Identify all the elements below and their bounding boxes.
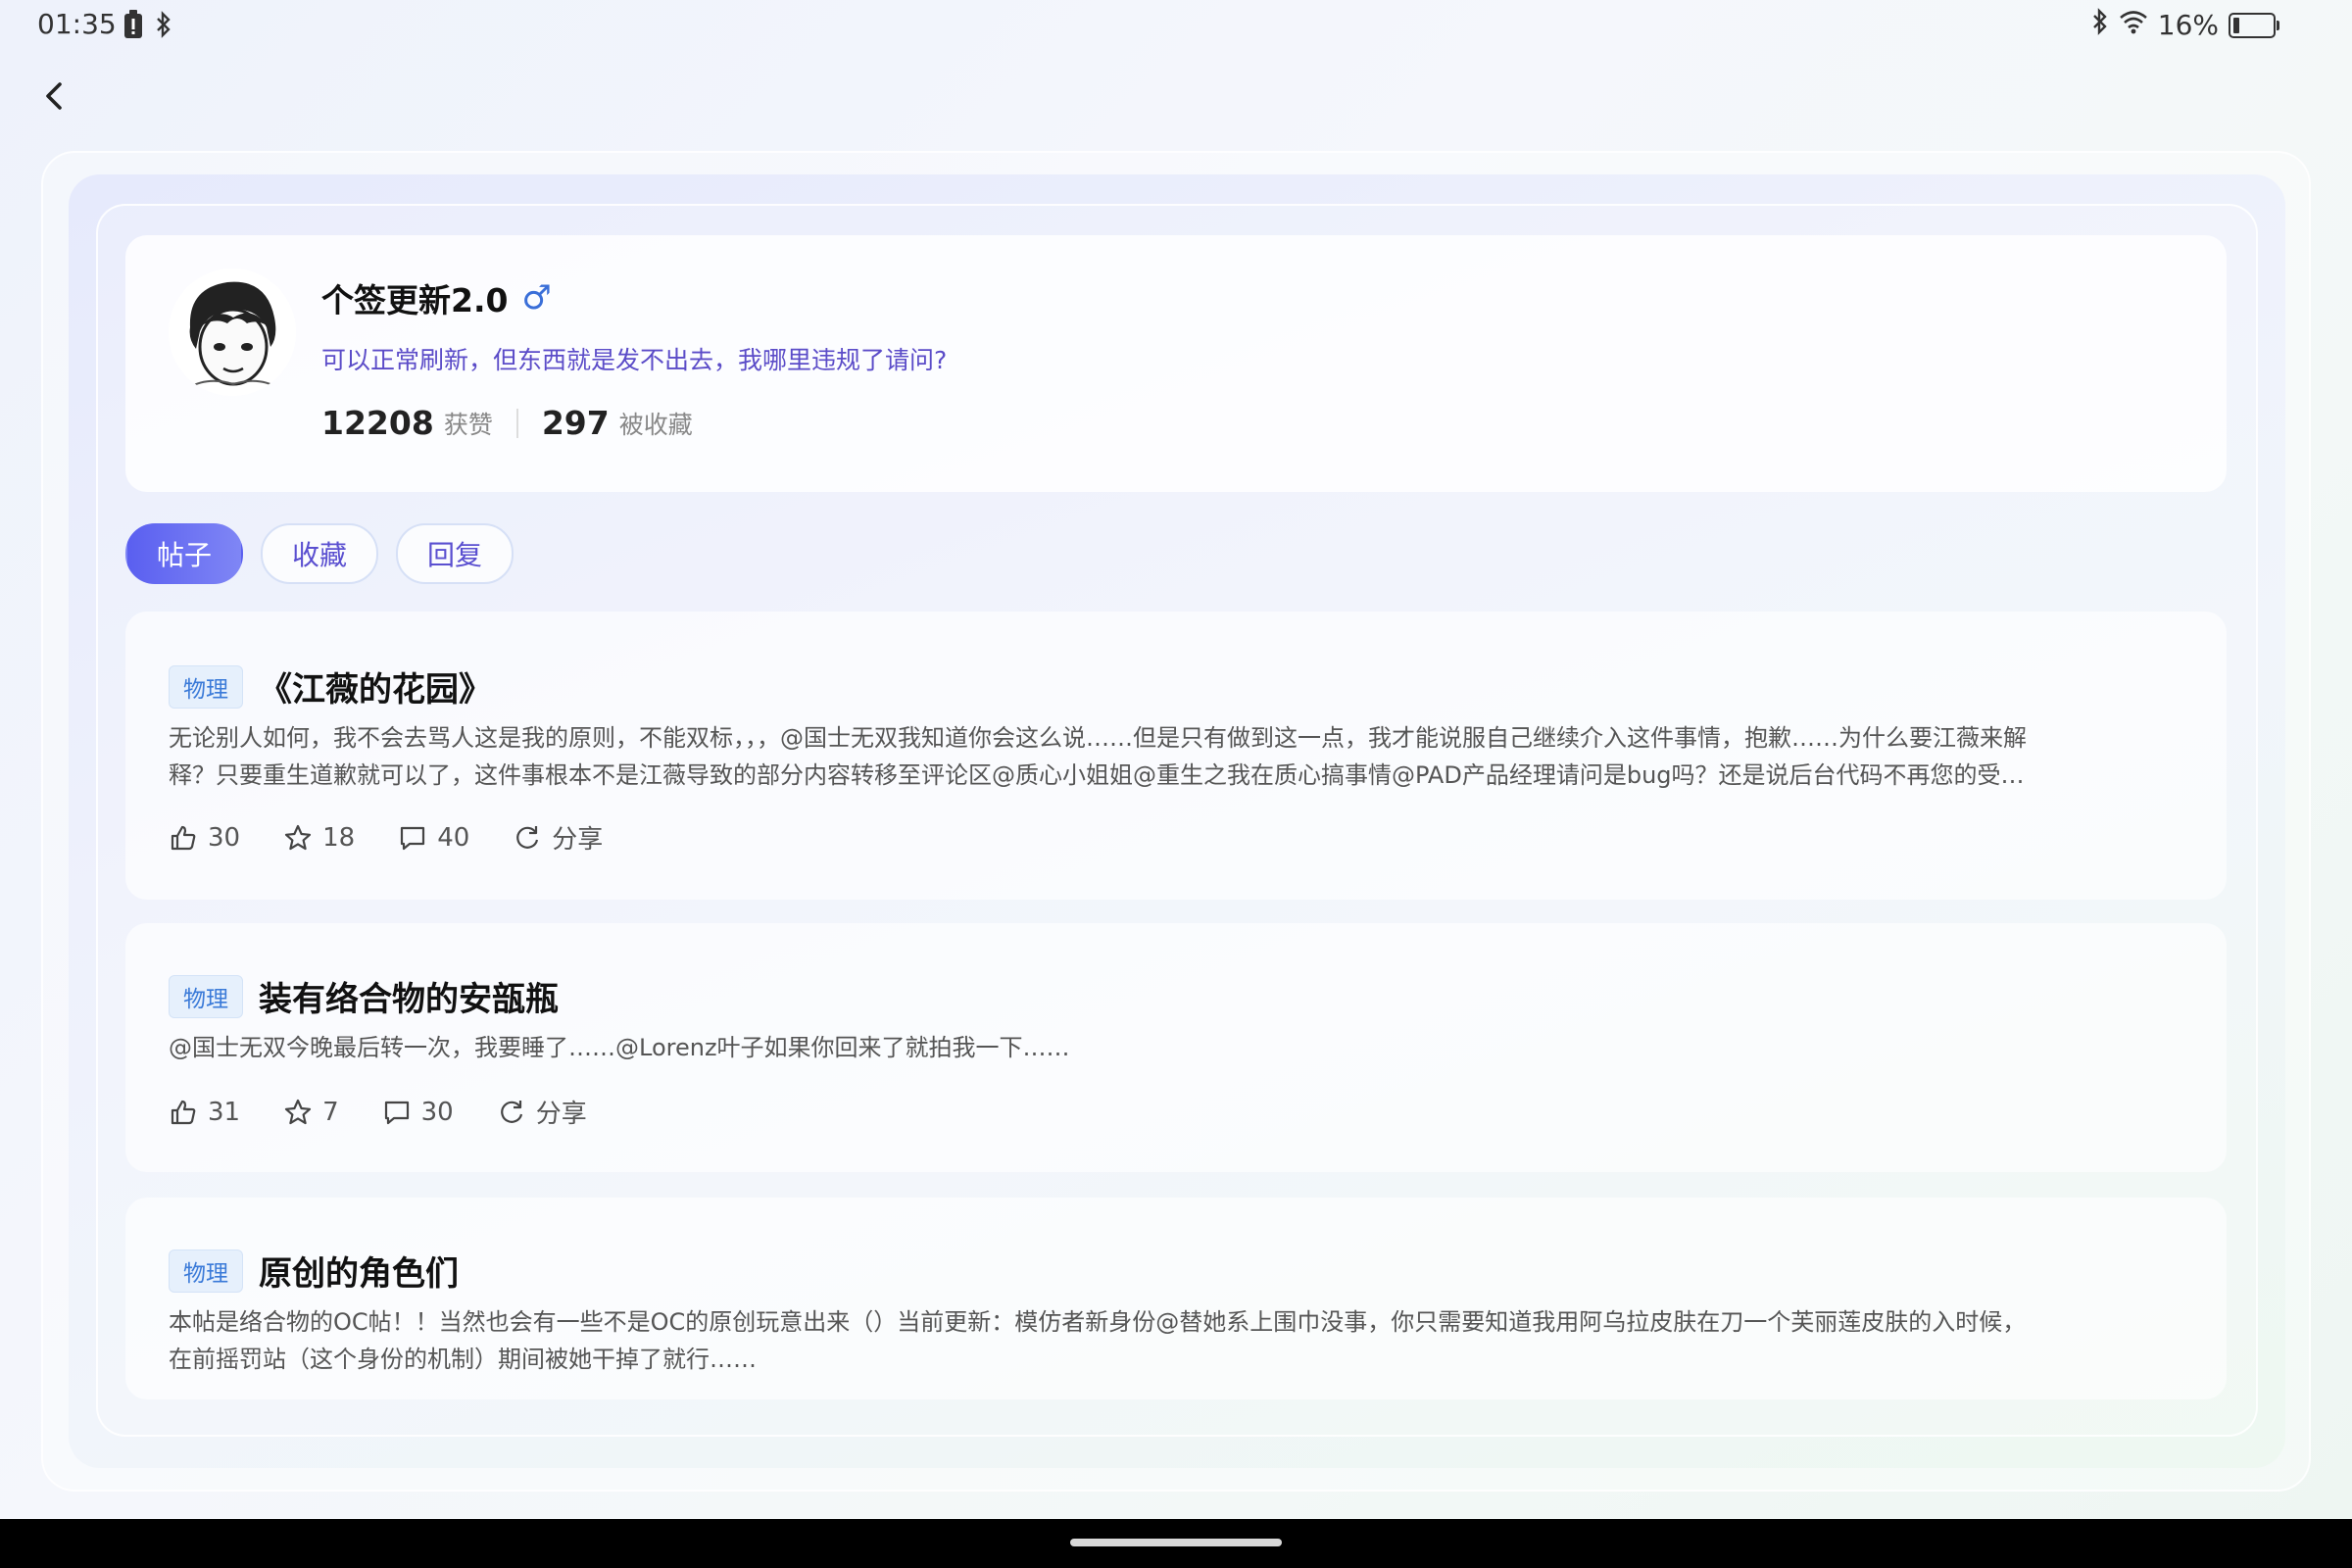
comment-icon [384, 1101, 409, 1124]
star-count: 7 [322, 1097, 339, 1127]
post-excerpt-line: 无论别人如何，我不会去骂人这是我的原则，不能双标，，，@国士无双我知道你会这么说… [169, 724, 2027, 752]
share-label: 分享 [535, 1100, 587, 1129]
avatar[interactable] [169, 269, 296, 396]
post-excerpt-line: 本帖是络合物的OC帖！！当然也会有一些不是OC的原创玩意出来（）当前更新：模仿者… [169, 1308, 2027, 1336]
post-excerpt[interactable]: 本帖是络合物的OC帖！！当然也会有一些不是OC的原创玩意出来（）当前更新：模仿者… [169, 1303, 2168, 1378]
tab-replies[interactable]: 回复 [396, 523, 514, 584]
tab-posts[interactable]: 帖子 [125, 523, 244, 584]
post-actions: 30 18 40 分享 [169, 819, 646, 856]
male-gender-icon: ♂ [521, 278, 552, 318]
like-button[interactable]: 31 [169, 1098, 240, 1127]
post-excerpt-line: 在前摇罚站（这个身份的机制）期间被她干掉了就行…… [169, 1346, 757, 1373]
star-count: 18 [322, 822, 356, 853]
thumbs-up-icon [171, 825, 196, 850]
thumbs-up-icon [171, 1100, 196, 1124]
comment-count: 30 [420, 1097, 454, 1127]
post-tag[interactable]: 物理 [169, 664, 243, 709]
tab-bar: 帖子 收藏 回复 [125, 523, 514, 584]
status-bar: 01:35 16% [0, 0, 2352, 51]
post-tag[interactable]: 物理 [169, 1249, 243, 1293]
star-icon [284, 1099, 312, 1124]
post-title[interactable]: 原创的角色们 [259, 1247, 459, 1295]
battery-alert-icon [123, 10, 143, 43]
stats-divider [515, 408, 518, 438]
share-icon [516, 825, 539, 849]
home-gesture-handle[interactable] [1070, 1539, 1282, 1546]
back-button[interactable] [35, 74, 74, 118]
like-button[interactable]: 30 [169, 823, 240, 853]
favorited-label: 被收藏 [618, 410, 693, 439]
profile-card: 个签更新2.0 ♂ 可以正常刷新，但东西就是发不出去，我哪里违规了请问? 122… [125, 235, 2227, 492]
post-card[interactable]: 物理 《江薇的花园》 无论别人如何，我不会去骂人这是我的原则，不能双标，，，@国… [125, 612, 2227, 900]
share-label: 分享 [552, 825, 604, 855]
wifi-icon [2119, 9, 2148, 41]
post-excerpt[interactable]: @国士无双今晚最后转一次，我要睡了……@Lorenz叶子如果你回来了就拍我一下…… [169, 1029, 2168, 1066]
favorited-count: 297 [541, 404, 610, 442]
post-title[interactable]: 装有络合物的安瓿瓶 [259, 972, 559, 1020]
comment-icon [401, 826, 425, 850]
star-button[interactable]: 7 [283, 1098, 339, 1127]
post-title[interactable]: 《江薇的花园》 [259, 662, 492, 710]
post-excerpt-line: 释？只要重生道歉就可以了，这件事根本不是江薇导致的部分内容转移至评论区@质心小姐… [169, 761, 2025, 789]
post-actions: 31 7 30 分享 [169, 1094, 630, 1130]
bluetooth-icon [2091, 8, 2109, 42]
battery-icon [2229, 12, 2279, 38]
post-card[interactable]: 物理 原创的角色们 本帖是络合物的OC帖！！当然也会有一些不是OC的原创玩意出来… [125, 1198, 2227, 1399]
star-icon [284, 824, 312, 850]
chevron-left-icon [46, 82, 62, 110]
comment-button[interactable]: 30 [382, 1098, 454, 1127]
comment-count: 40 [437, 822, 470, 853]
likes-label: 获赞 [443, 410, 493, 439]
comment-button[interactable]: 40 [398, 823, 469, 853]
battery-percent: 16% [2157, 9, 2219, 41]
tab-favorites[interactable]: 收藏 [261, 523, 379, 584]
username: 个签更新2.0 [321, 281, 509, 319]
share-button[interactable]: 分享 [513, 819, 603, 856]
like-count: 31 [208, 1097, 241, 1127]
share-icon [500, 1100, 522, 1123]
status-time: 01:35 [37, 8, 117, 40]
post-excerpt-line: @国士无双今晚最后转一次，我要睡了……@Lorenz叶子如果你回来了就拍我一下…… [169, 1034, 1070, 1061]
username-row: 个签更新2.0 ♂ [321, 274, 552, 321]
bluetooth-icon [155, 11, 172, 42]
post-tag[interactable]: 物理 [169, 974, 243, 1018]
post-excerpt[interactable]: 无论别人如何，我不会去骂人这是我的原则，不能双标，，，@国士无双我知道你会这么说… [169, 719, 2168, 794]
share-button[interactable]: 分享 [497, 1094, 587, 1130]
user-stats: 12208 获赞 297 被收藏 [321, 404, 693, 442]
user-bio: 可以正常刷新，但东西就是发不出去，我哪里违规了请问? [321, 346, 948, 374]
star-button[interactable]: 18 [283, 823, 355, 853]
like-count: 30 [208, 822, 241, 853]
likes-count: 12208 [321, 404, 434, 442]
post-card[interactable]: 物理 装有络合物的安瓿瓶 @国士无双今晚最后转一次，我要睡了……@Lorenz叶… [125, 923, 2227, 1172]
